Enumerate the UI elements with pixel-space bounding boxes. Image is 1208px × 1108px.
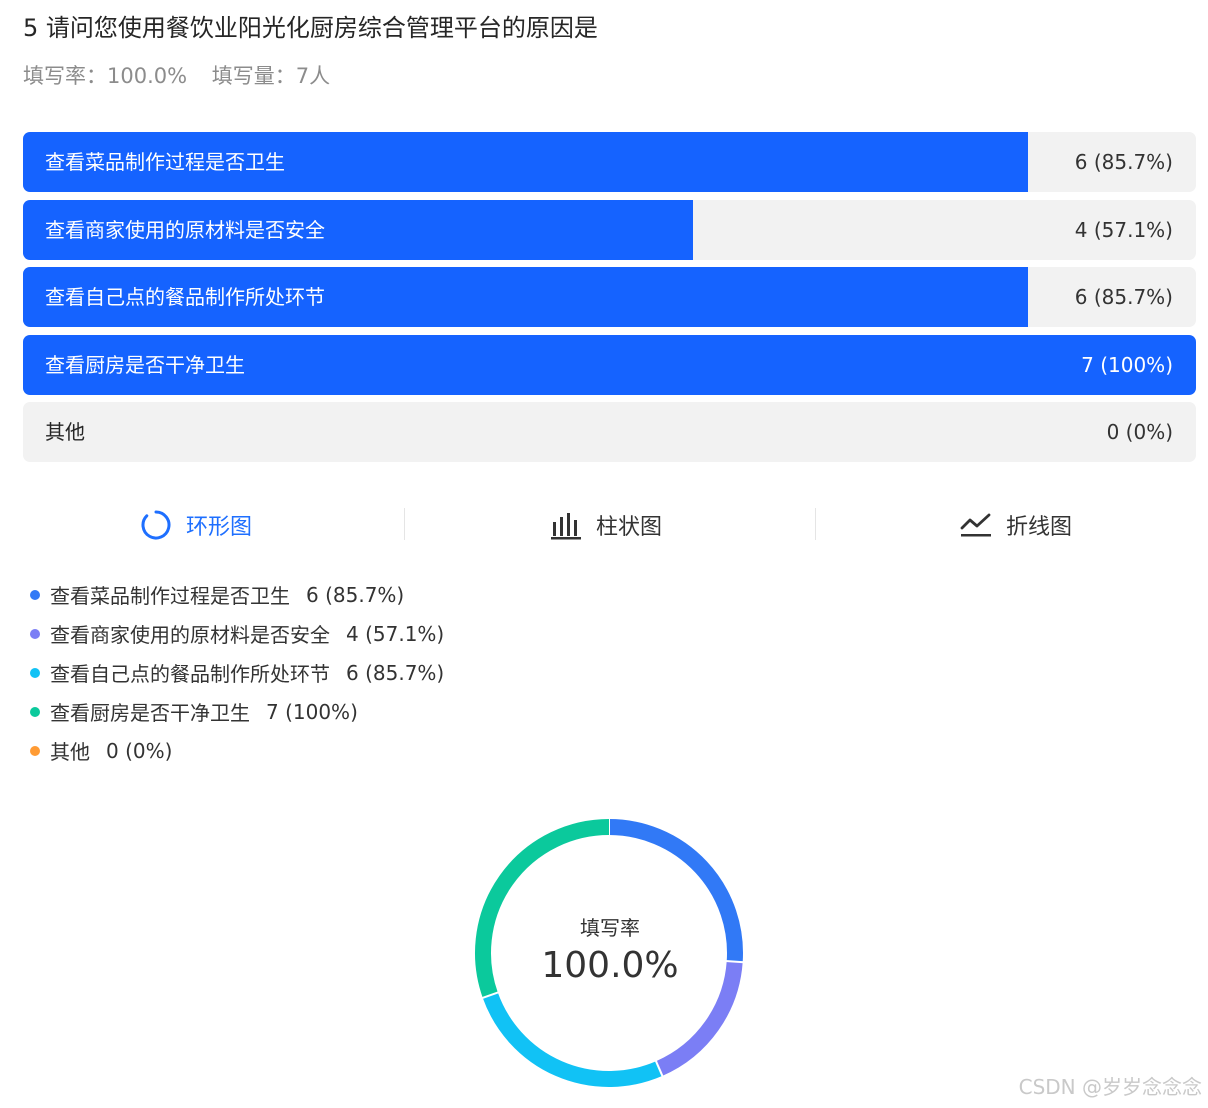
legend-item: 查看菜品制作过程是否卫生 6 (85.7%)	[30, 575, 444, 614]
question-title: 5 请问您使用餐饮业阳光化厨房综合管理平台的原因是	[23, 14, 598, 42]
option-bar-row: 查看商家使用的原材料是否安全 4 (57.1%)	[23, 199, 1196, 260]
option-bar-row: 查看菜品制作过程是否卫生 6 (85.7%)	[23, 132, 1196, 192]
ring-icon	[141, 510, 171, 540]
option-bar-row: 查看厨房是否干净卫生 7 (100%)	[23, 334, 1196, 395]
option-bars: 查看菜品制作过程是否卫生 6 (85.7%) 查看商家使用的原材料是否安全 4 …	[23, 132, 1196, 470]
legend-label: 其他	[50, 740, 90, 764]
donut-center-label: 填写率	[580, 916, 640, 940]
legend-dot	[30, 628, 40, 639]
option-bar-value: 0 (0%)	[1106, 420, 1173, 444]
tab-ring-chart[interactable]: 环形图	[140, 500, 252, 550]
watermark: CSDN @岁岁念念念	[1018, 1075, 1202, 1099]
legend-item: 其他 0 (0%)	[30, 731, 444, 770]
tab-label: 柱状图	[596, 515, 663, 540]
legend-dot	[30, 667, 40, 678]
fill-rate-text: 填写率：100.0%	[23, 64, 188, 88]
donut-separator	[481, 991, 500, 1000]
donut-segment	[608, 819, 743, 963]
line-chart-icon	[960, 513, 991, 537]
legend-value: 4 (57.1%)	[346, 621, 445, 646]
tab-divider	[404, 508, 405, 540]
donut-separator	[654, 1059, 664, 1078]
legend-label: 查看厨房是否干净卫生	[50, 701, 250, 725]
legend-item: 查看厨房是否干净卫生 7 (100%)	[30, 692, 444, 731]
option-bar-value: 6 (85.7%)	[1074, 285, 1173, 309]
legend-item: 查看商家使用的原材料是否安全 4 (57.1%)	[30, 614, 444, 653]
fill-count-text: 填写量：7人	[211, 64, 331, 88]
tab-line-chart[interactable]: 折线图	[960, 500, 1072, 550]
option-bar-value: 4 (57.1%)	[1074, 217, 1173, 242]
option-bar-label: 其他	[45, 420, 85, 444]
option-bar-value: 6 (85.7%)	[1074, 150, 1173, 174]
donut-separator	[725, 959, 744, 964]
option-bar-row: 查看自己点的餐品制作所处环节 6 (85.7%)	[23, 267, 1196, 327]
donut-segment	[482, 992, 663, 1087]
option-bar-row: 其他 0 (0%)	[23, 402, 1196, 462]
legend-value: 7 (100%)	[266, 699, 358, 724]
legend-value: 6 (85.7%)	[306, 582, 405, 607]
donut-center-value: 100.0%	[541, 945, 679, 986]
chart-type-tabs: 环形图 柱状图 折线图	[0, 500, 1208, 550]
legend-value: 6 (85.7%)	[346, 660, 445, 685]
legend-label: 查看自己点的餐品制作所处环节	[50, 662, 330, 686]
tab-label: 折线图	[1006, 515, 1073, 540]
option-bar-label: 查看厨房是否干净卫生	[45, 352, 245, 377]
legend-item: 查看自己点的餐品制作所处环节 6 (85.7%)	[30, 653, 444, 692]
option-bar-label: 查看商家使用的原材料是否安全	[45, 217, 325, 242]
tab-label: 环形图	[186, 515, 253, 540]
legend-value: 0 (0%)	[106, 738, 173, 763]
legend-dot	[30, 589, 40, 600]
tab-divider	[815, 508, 816, 540]
legend-dot	[30, 706, 40, 717]
option-bar-value: 7 (100%)	[1081, 352, 1173, 377]
chart-legend: 查看菜品制作过程是否卫生 6 (85.7%) 查看商家使用的原材料是否安全 4 …	[30, 575, 444, 770]
legend-label: 查看商家使用的原材料是否安全	[50, 623, 330, 647]
bar-chart-icon	[551, 513, 581, 540]
option-bar-label: 查看菜品制作过程是否卫生	[45, 150, 285, 174]
legend-label: 查看菜品制作过程是否卫生	[50, 584, 290, 608]
question-meta: 填写率：100.0% 填写量：7人	[23, 60, 330, 90]
tab-bar-chart[interactable]: 柱状图	[550, 500, 662, 550]
legend-dot	[30, 745, 40, 756]
option-bar-label: 查看自己点的餐品制作所处环节	[45, 285, 325, 309]
